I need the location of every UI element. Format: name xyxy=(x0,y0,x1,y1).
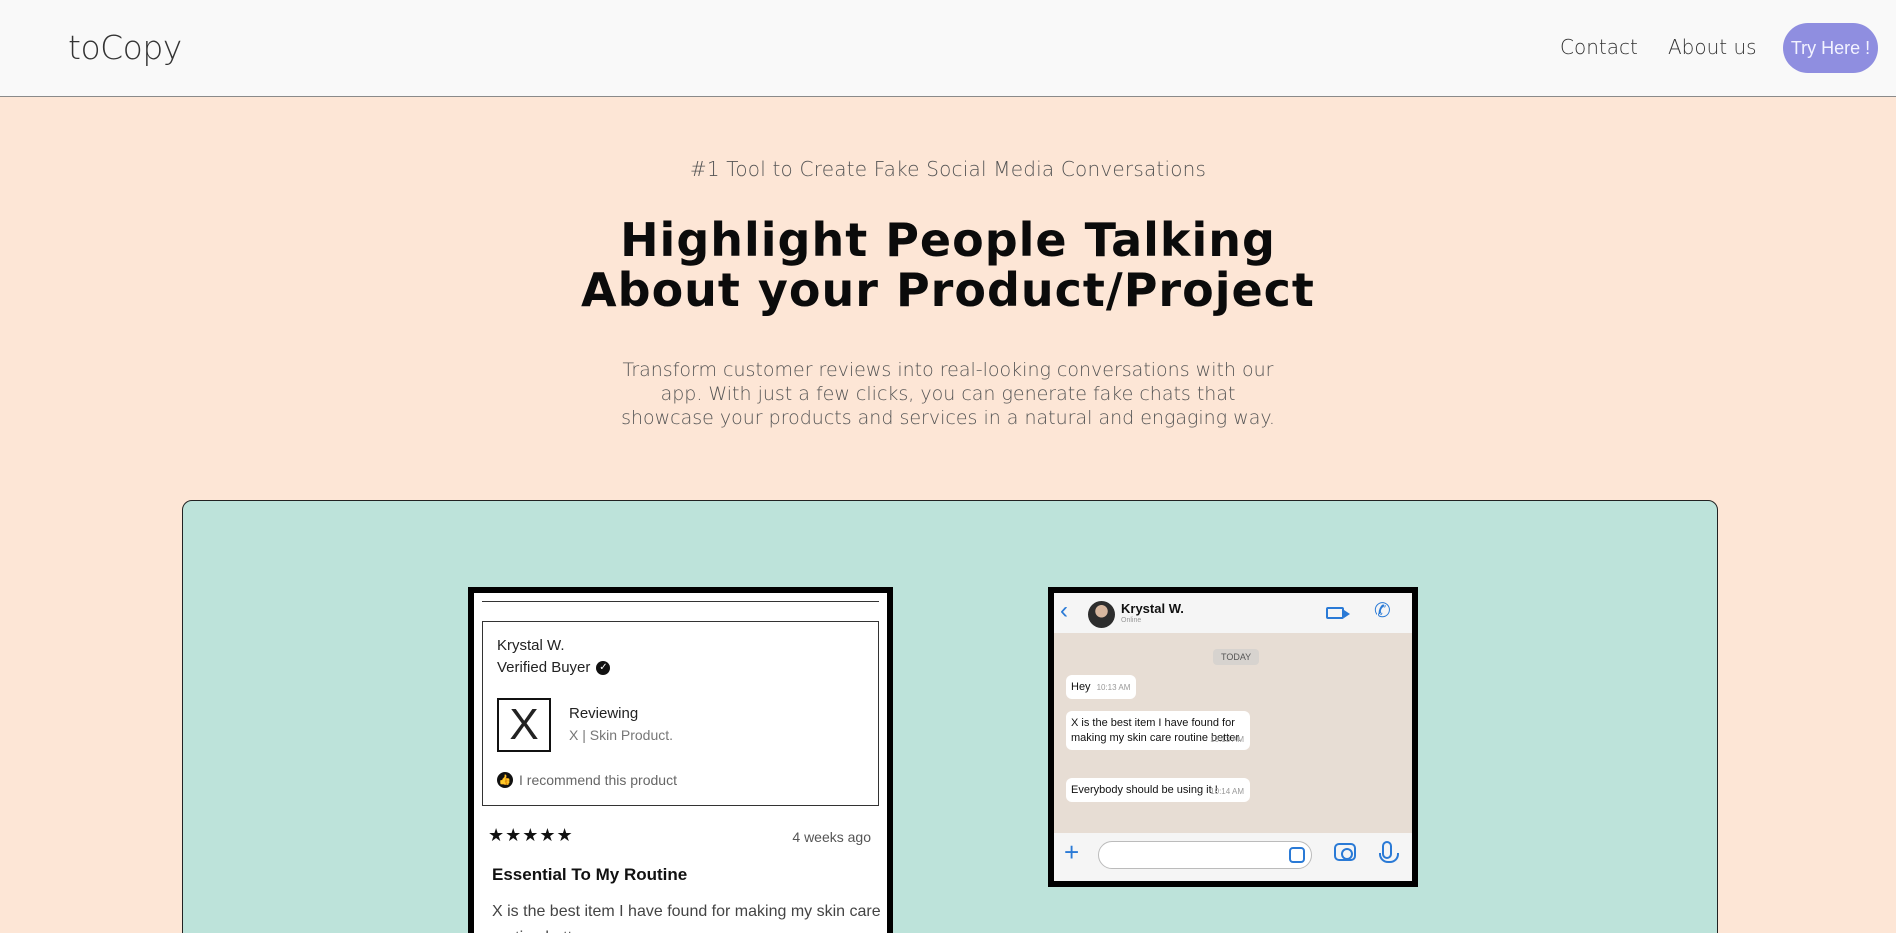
phone-icon[interactable]: ✆ xyxy=(1374,601,1391,621)
sticker-icon[interactable] xyxy=(1289,847,1305,863)
hero-headline: Highlight People Talking About your Prod… xyxy=(0,215,1896,315)
headline-line-2: About your Product/Project xyxy=(581,263,1315,317)
video-call-icon[interactable] xyxy=(1326,607,1350,619)
nav-contact-link[interactable]: Contact xyxy=(1560,35,1638,59)
verified-label: Verified Buyer xyxy=(497,659,591,676)
chat-contact-name: Krystal W. xyxy=(1121,601,1184,616)
check-circle-icon: ✓ xyxy=(596,660,611,675)
plus-icon[interactable]: + xyxy=(1064,839,1079,865)
hero-eyebrow: #1 Tool to Create Fake Social Media Conv… xyxy=(689,157,1207,181)
chat-input-bar: + xyxy=(1054,833,1412,881)
recommend-text: I recommend this product xyxy=(519,772,677,788)
logo[interactable]: toCopy xyxy=(68,28,182,67)
review-date: 4 weeks ago xyxy=(792,829,871,845)
date-separator: TODAY xyxy=(1213,649,1260,665)
try-here-button[interactable]: Try Here ! xyxy=(1783,23,1878,73)
chat-message: Everybody should be using it ! 10:14 AM xyxy=(1066,778,1250,802)
reviewer-box: Krystal W. Verified Buyer ✓ X Reviewing … xyxy=(482,621,879,806)
message-input[interactable] xyxy=(1098,841,1312,869)
divider xyxy=(482,601,879,602)
chat-header: ‹ Krystal W. Online ✆ xyxy=(1054,593,1412,633)
reviewer-name: Krystal W. xyxy=(497,637,565,654)
chat-contact-status: Online xyxy=(1121,617,1142,624)
nav-about-link[interactable]: About us xyxy=(1668,35,1757,59)
message-text: Everybody should be using it ! xyxy=(1071,784,1218,796)
microphone-icon[interactable] xyxy=(1379,841,1399,863)
review-body: X is the best item I have found for maki… xyxy=(492,903,881,933)
verified-badge: Verified Buyer ✓ xyxy=(497,659,611,676)
message-text: Hey xyxy=(1071,681,1091,693)
back-arrow-icon[interactable]: ‹ xyxy=(1060,599,1068,623)
product-name: X | Skin Product. xyxy=(569,727,674,743)
showcase-panel xyxy=(182,500,1718,933)
star-rating: ★★★★★ xyxy=(488,825,574,845)
avatar xyxy=(1088,601,1115,628)
hero-subtext: Transform customer reviews into real-loo… xyxy=(621,359,1275,429)
review-title: Essential To My Routine xyxy=(492,865,688,884)
message-time: 10:13 AM xyxy=(1210,735,1244,744)
chat-mockup: ‹ Krystal W. Online ✆ TODAY Hey 10:13 AM … xyxy=(1048,587,1418,887)
top-navbar: toCopy Contact About us Try Here ! xyxy=(0,0,1896,97)
message-time: 10:14 AM xyxy=(1210,787,1244,796)
thumbs-up-icon: 👍 xyxy=(497,772,513,788)
headline-line-1: Highlight People Talking xyxy=(620,213,1276,267)
camera-icon[interactable] xyxy=(1334,843,1356,861)
recommend-line: 👍 I recommend this product xyxy=(497,772,677,788)
review-card: Krystal W. Verified Buyer ✓ X Reviewing … xyxy=(468,587,893,933)
chat-message: X is the best item I have found for maki… xyxy=(1066,711,1250,750)
product-logo: X xyxy=(497,698,551,752)
reviewing-label: Reviewing xyxy=(569,705,639,722)
message-time: 10:13 AM xyxy=(1096,683,1131,692)
chat-message: Hey 10:13 AM xyxy=(1066,675,1137,699)
